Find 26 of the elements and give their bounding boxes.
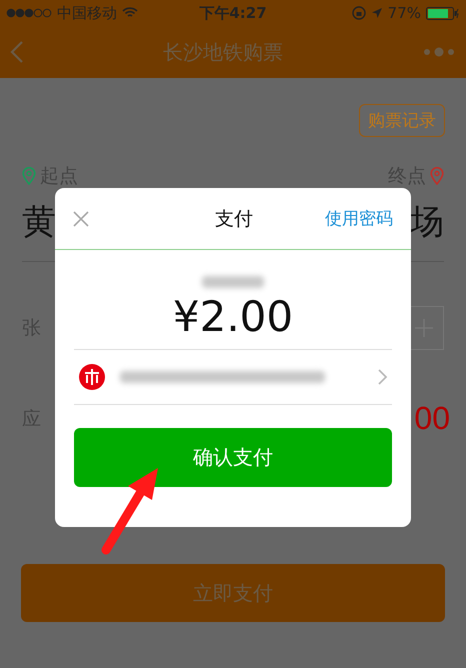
wifi-icon	[122, 7, 138, 19]
blurred-merchant-name	[202, 276, 264, 288]
destination-station: 场	[410, 201, 444, 244]
battery-icon	[426, 6, 460, 20]
back-icon[interactable]	[10, 40, 24, 64]
page-title: 长沙地铁购票	[163, 38, 283, 66]
battery-percent: 77%	[388, 4, 421, 22]
payment-amount: ¥2.00	[172, 292, 294, 341]
signal-icon	[6, 8, 52, 18]
location-pin-icon	[22, 167, 36, 185]
use-password-link[interactable]: 使用密码	[325, 207, 393, 230]
confirm-payment-button[interactable]: 确认支付	[74, 428, 392, 487]
rotation-lock-icon	[352, 6, 366, 20]
payment-card-row[interactable]	[74, 349, 392, 405]
purchase-history-button[interactable]: 购票记录	[359, 104, 445, 137]
origin-station: 黄	[22, 201, 56, 244]
location-pin-icon	[430, 167, 444, 185]
more-icon[interactable]	[422, 47, 456, 57]
close-icon[interactable]	[73, 210, 89, 226]
carrier-name: 中国移动	[57, 4, 117, 22]
dialog-title: 支付	[215, 206, 253, 232]
clock-time: 下午4:27	[199, 4, 267, 22]
location-arrow-icon	[370, 7, 383, 19]
chevron-right-icon	[378, 369, 388, 385]
amount-value: 00	[414, 400, 450, 437]
bank-logo-icon	[78, 363, 106, 391]
